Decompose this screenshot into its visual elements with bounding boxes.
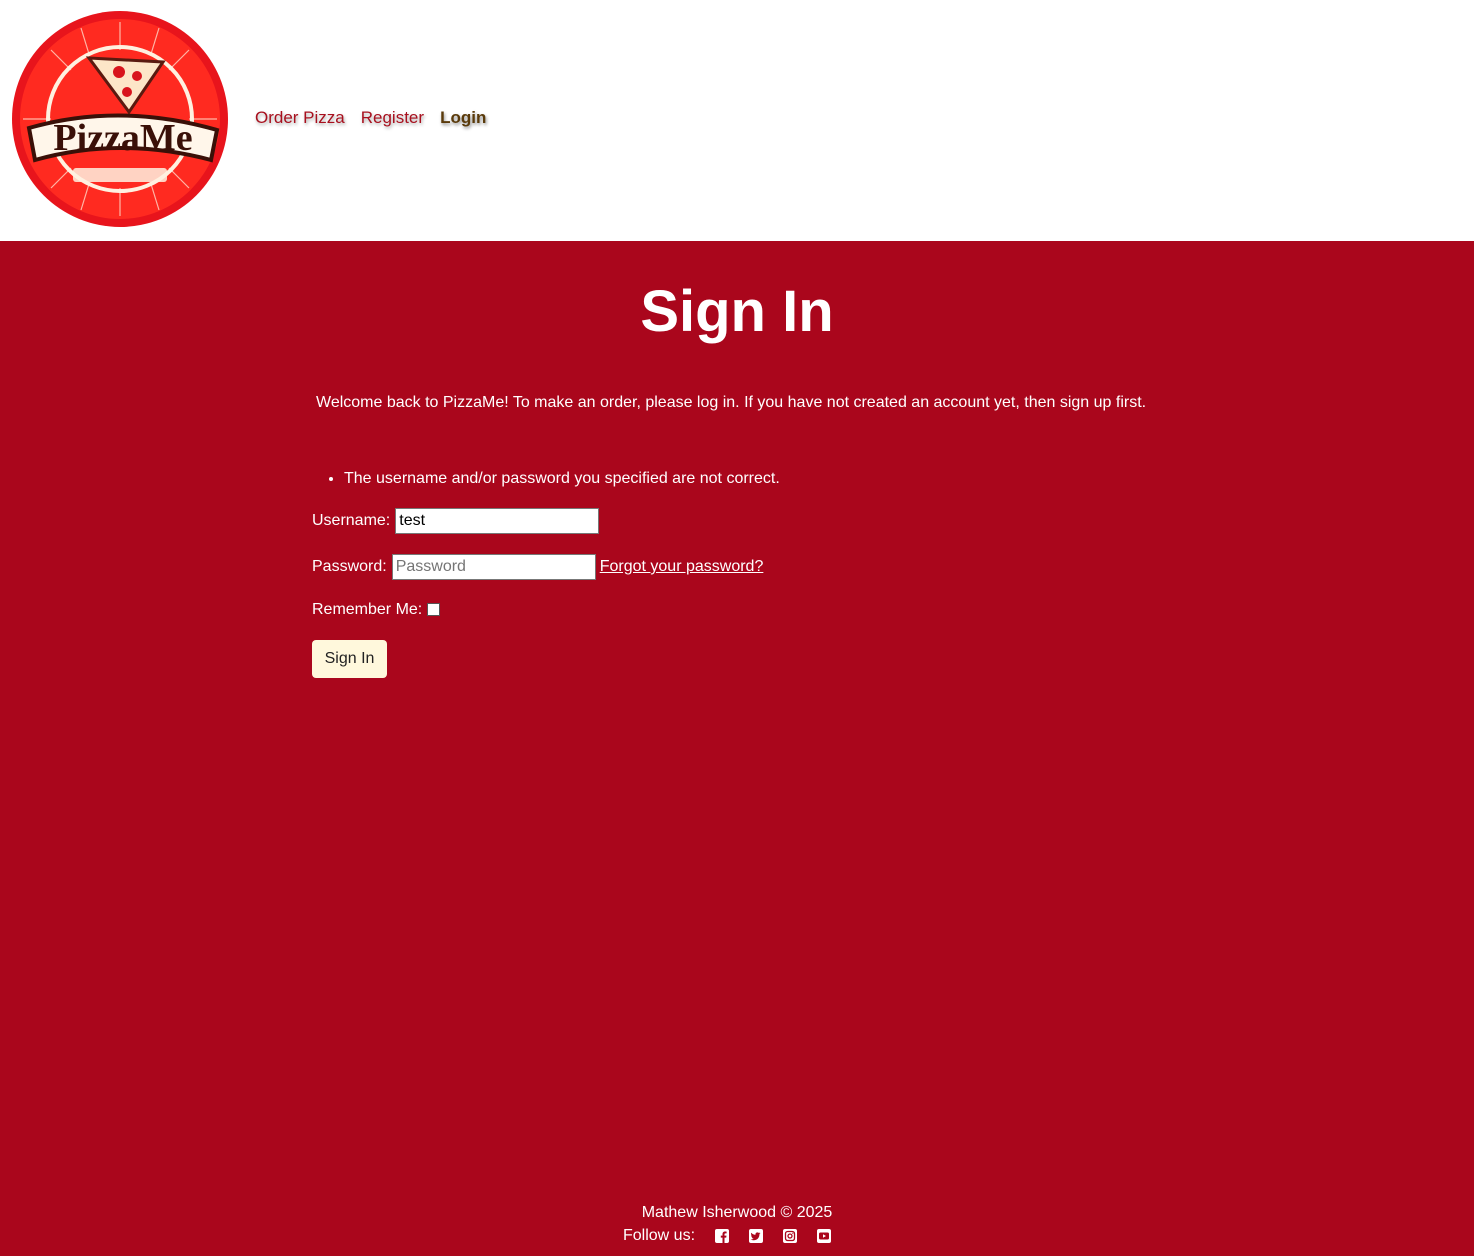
nav-login[interactable]: Login bbox=[440, 108, 486, 128]
nav-order-pizza[interactable]: Order Pizza bbox=[255, 108, 345, 128]
password-row: Password: Forgot your password? bbox=[312, 554, 763, 580]
page-title: Sign In bbox=[640, 279, 834, 344]
password-label: Password: bbox=[312, 558, 387, 575]
nav-register[interactable]: Register bbox=[361, 108, 424, 128]
remember-checkbox[interactable] bbox=[427, 602, 441, 616]
follow-label: Follow us: bbox=[622, 1227, 696, 1244]
site-footer: Mathew Isherwood © 2025 Follow us: bbox=[0, 1202, 1474, 1248]
logo-text: PizzaMe bbox=[53, 117, 192, 159]
sign-in-button[interactable]: Sign In bbox=[312, 640, 387, 678]
welcome-text: Welcome back to PizzaMe! To make an orde… bbox=[316, 394, 1147, 411]
facebook-icon[interactable] bbox=[715, 1229, 730, 1243]
main-nav: Order Pizza Register Login bbox=[255, 106, 486, 130]
twitter-icon[interactable] bbox=[749, 1229, 764, 1243]
username-input[interactable] bbox=[395, 508, 600, 534]
remember-label: Remember Me: bbox=[312, 601, 423, 618]
youtube-icon[interactable] bbox=[817, 1229, 832, 1243]
username-label: Username: bbox=[312, 512, 391, 529]
password-input[interactable] bbox=[391, 554, 596, 580]
site-header: PizzaMe Order Pizza Register Login bbox=[0, 0, 1474, 241]
follow-row: Follow us: bbox=[0, 1224, 1474, 1248]
remember-row: Remember Me: bbox=[312, 601, 441, 619]
username-row: Username: bbox=[312, 508, 600, 534]
error-list: The username and/or password you specifi… bbox=[327, 470, 780, 488]
copyright-text: Mathew Isherwood © 2025 bbox=[641, 1204, 833, 1221]
instagram-icon[interactable] bbox=[783, 1229, 798, 1243]
forgot-password-link[interactable]: Forgot your password? bbox=[600, 558, 764, 576]
error-message: The username and/or password you specifi… bbox=[344, 470, 780, 488]
pizzame-logo[interactable]: PizzaMe bbox=[11, 10, 229, 228]
